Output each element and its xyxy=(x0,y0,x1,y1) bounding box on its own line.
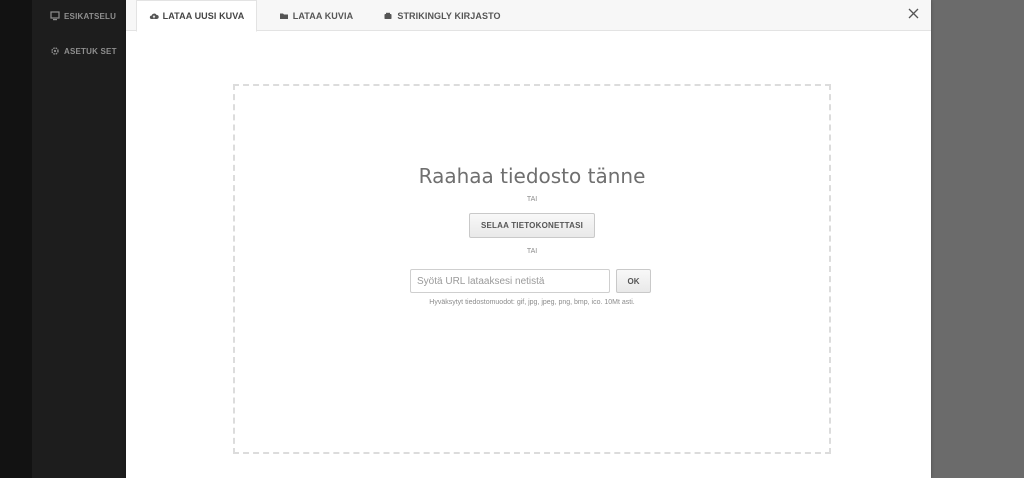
sidebar-item-preview[interactable]: ESIKATSELU xyxy=(50,9,116,23)
sidebar-item-label: ASETUK SET xyxy=(64,46,117,56)
drop-title: Raahaa tiedosto tänne xyxy=(418,164,646,188)
close-button[interactable] xyxy=(905,5,921,21)
image-upload-modal: LATAA UUSI KUVA LATAA KUVIA STRIKINGLY K… xyxy=(126,0,931,478)
url-input[interactable] xyxy=(410,269,610,293)
sidebar-item-settings[interactable]: ASETUK SET xyxy=(50,44,117,58)
gear-icon xyxy=(51,47,59,55)
preview-icon xyxy=(50,11,60,21)
or-separator: TAI xyxy=(526,248,538,255)
editor-sidebar: ESIKATSELU ASETUK SET xyxy=(32,0,126,478)
left-strip xyxy=(0,0,32,478)
tab-label: STRIKINGLY KIRJASTO xyxy=(397,10,501,21)
accepted-formats-note: Hyväksytyt tiedostomuodot: gif, jpg, jpe… xyxy=(429,299,635,306)
or-separator: TAI xyxy=(526,196,538,203)
ok-button[interactable]: OK xyxy=(616,269,651,293)
library-icon xyxy=(384,12,392,19)
tab-strikingly-library[interactable]: STRIKINGLY KIRJASTO xyxy=(376,0,508,31)
tab-bar: LATAA UUSI KUVA LATAA KUVIA STRIKINGLY K… xyxy=(126,0,931,32)
modal-backdrop[interactable] xyxy=(931,0,1024,478)
browse-computer-button[interactable]: SELAA TIETOKONETTASI xyxy=(469,213,595,238)
tab-upload-new-image[interactable]: LATAA UUSI KUVA xyxy=(136,0,257,32)
tab-label: LATAA UUSI KUVA xyxy=(162,11,245,21)
file-drop-zone[interactable]: Raahaa tiedosto tänne TAI SELAA TIETOKON… xyxy=(233,84,831,454)
close-icon xyxy=(908,8,918,18)
folder-icon xyxy=(279,13,288,19)
cloud-upload-icon xyxy=(149,13,159,19)
sidebar-item-label: ESIKATSELU xyxy=(64,11,117,21)
tab-label: LATAA KUVIA xyxy=(292,10,354,21)
tab-upload-images[interactable]: LATAA KUVIA xyxy=(266,0,366,31)
